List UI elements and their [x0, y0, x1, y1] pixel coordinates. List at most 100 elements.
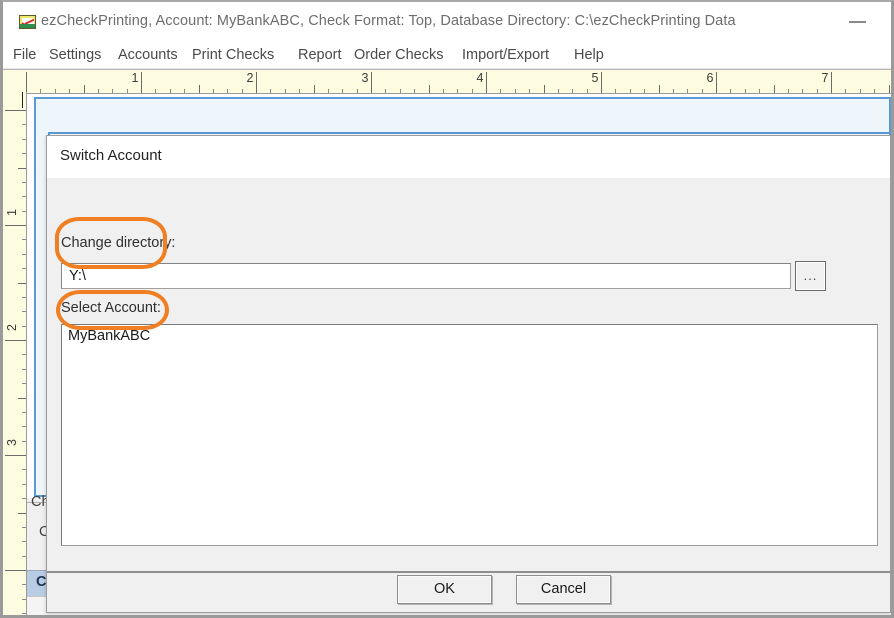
ruler-tick — [759, 89, 760, 93]
ruler-tick — [22, 182, 26, 183]
ruler-label-4: 4 — [477, 71, 484, 85]
ruler-tick — [127, 89, 128, 93]
ruler-tick — [558, 89, 559, 93]
minimize-button[interactable] — [839, 4, 877, 38]
ruler-tick — [587, 89, 588, 93]
ruler-tick — [544, 85, 545, 93]
ruler-tick — [22, 584, 26, 585]
ruler-tick — [22, 469, 26, 470]
ruler-tick — [414, 89, 415, 93]
ruler-tick — [22, 239, 26, 240]
ruler-tick — [687, 89, 688, 93]
ruler-tick — [457, 89, 458, 93]
ruler-tick — [40, 89, 41, 93]
ruler-tick — [472, 89, 473, 93]
ruler-tick — [22, 326, 26, 327]
account-list-box[interactable]: MyBankABC — [61, 324, 878, 546]
ruler-tick — [22, 124, 26, 125]
ruler-tick — [69, 89, 70, 93]
ruler-tick — [889, 85, 890, 93]
ruler-label-6: 6 — [707, 71, 714, 85]
ruler-tick — [22, 211, 26, 212]
ruler-tick — [702, 89, 703, 93]
ruler-tick — [22, 311, 26, 312]
change-directory-label: Change directory: — [61, 235, 175, 251]
ruler-tick — [242, 89, 243, 93]
ruler-tick — [22, 556, 26, 557]
ruler-tick — [18, 398, 26, 399]
ruler-tick — [22, 426, 26, 427]
ruler-tick — [730, 89, 731, 93]
menu-item-help[interactable]: Help — [574, 42, 604, 68]
menu-item-import-export[interactable]: Import/Export — [462, 42, 549, 68]
ruler-label-3: 3 — [362, 71, 369, 85]
ruler-tick — [5, 110, 26, 111]
vertical-ruler: 123 — [3, 92, 27, 617]
ruler-tick — [443, 89, 444, 93]
ruler-tick — [22, 369, 26, 370]
menu-item-order-checks[interactable]: Order Checks — [354, 42, 443, 68]
directory-input[interactable] — [61, 263, 791, 289]
ruler-tick — [500, 89, 501, 93]
ruler-tick — [357, 89, 358, 93]
ruler-tick — [601, 72, 602, 93]
ruler-tick — [5, 570, 26, 571]
ruler-tick — [802, 89, 803, 93]
ruler-tick — [22, 527, 26, 528]
ruler-tick — [22, 297, 26, 298]
ruler-tick — [270, 89, 271, 93]
ruler-tick — [328, 89, 329, 93]
ruler-tick — [22, 412, 26, 413]
ruler-tick — [817, 89, 818, 93]
select-account-label: Select Account: — [61, 300, 161, 316]
ok-button[interactable]: OK — [397, 575, 492, 604]
ruler-tick — [22, 613, 26, 614]
ruler-tick — [774, 85, 775, 93]
ruler-tick — [385, 89, 386, 93]
ruler-tick — [112, 89, 113, 93]
ruler-tick — [22, 268, 26, 269]
menu-item-settings[interactable]: Settings — [49, 42, 101, 68]
ruler-tick — [831, 72, 832, 93]
application-window: ezCheckPrinting, Account: MyBankABC, Che… — [0, 0, 894, 618]
ruler-tick — [515, 89, 516, 93]
ruler-tick — [84, 85, 85, 93]
ruler-tick — [55, 89, 56, 93]
ruler-tick — [745, 89, 746, 93]
ruler-tick — [342, 89, 343, 93]
ruler-tick — [22, 196, 26, 197]
ruler-tick — [429, 85, 430, 93]
ruler-tick — [22, 383, 26, 384]
ruler-tick — [299, 89, 300, 93]
menu-item-report[interactable]: Report — [298, 42, 342, 68]
ruler-label-v3: 3 — [5, 439, 19, 446]
ruler-tick — [529, 89, 530, 93]
ruler-tick — [199, 85, 200, 93]
ruler-tick — [659, 85, 660, 93]
menu-item-accounts[interactable]: Accounts — [118, 42, 178, 68]
ruler-tick — [170, 89, 171, 93]
ruler-tick — [26, 72, 27, 93]
menu-item-file[interactable]: File — [13, 42, 36, 68]
ruler-tick — [22, 599, 26, 600]
ruler-tick — [371, 72, 372, 93]
ruler-tick — [285, 89, 286, 93]
check-document-icon — [19, 15, 36, 29]
ruler-tick — [400, 89, 401, 93]
ruler-tick — [213, 89, 214, 93]
ruler-tick — [22, 541, 26, 542]
ruler-tick — [22, 484, 26, 485]
ruler-tick — [314, 85, 315, 93]
list-item[interactable]: MyBankABC — [62, 325, 877, 347]
cancel-button[interactable]: Cancel — [516, 575, 611, 604]
browse-directory-button[interactable]: ... — [795, 261, 826, 291]
ruler-tick — [788, 89, 789, 93]
ruler-tick — [5, 225, 26, 226]
menu-item-print-checks[interactable]: Print Checks — [192, 42, 274, 68]
ruler-tick — [630, 89, 631, 93]
ruler-tick — [141, 72, 142, 93]
ruler-tick — [22, 153, 26, 154]
dialog-header: Switch Account — [47, 136, 890, 178]
text-caret — [22, 92, 23, 108]
ruler-label-1: 1 — [132, 71, 139, 85]
